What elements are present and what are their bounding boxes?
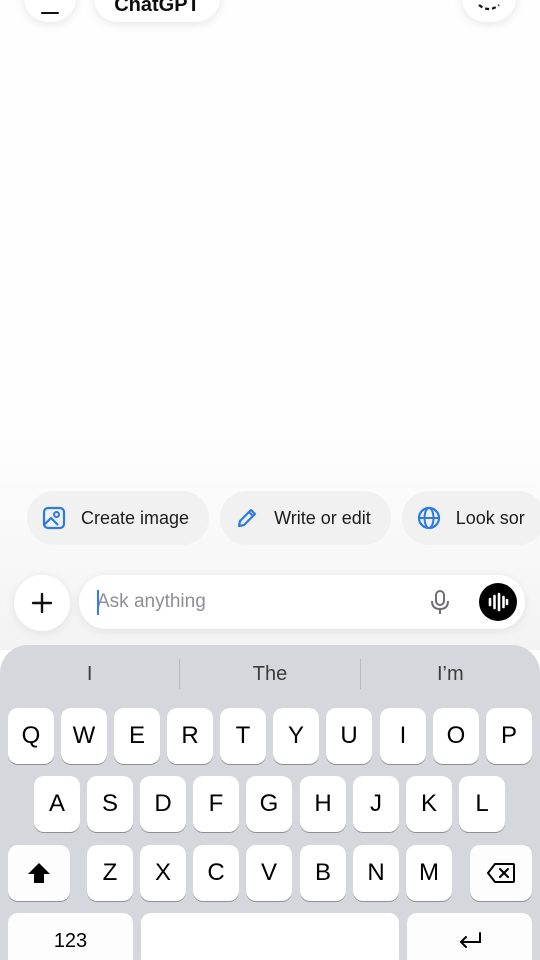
globe-icon xyxy=(417,506,440,530)
key-s[interactable]: S xyxy=(87,776,133,832)
suggestion-1[interactable]: I xyxy=(0,655,179,693)
key-e[interactable]: E xyxy=(114,708,160,764)
image-icon xyxy=(42,506,66,530)
key-k[interactable]: K xyxy=(406,776,452,832)
new-chat-button[interactable] xyxy=(462,0,516,22)
voice-mode-button[interactable] xyxy=(479,583,517,621)
key-y[interactable]: Y xyxy=(273,708,319,764)
key-m[interactable]: M xyxy=(406,845,452,901)
key-r[interactable]: R xyxy=(167,708,213,764)
key-n[interactable]: N xyxy=(353,845,399,901)
backspace-key[interactable] xyxy=(470,845,532,901)
key-i[interactable]: I xyxy=(380,708,426,764)
key-x[interactable]: X xyxy=(140,845,186,901)
ask-input[interactable] xyxy=(97,575,397,629)
backspace-icon xyxy=(487,863,515,883)
key-u[interactable]: U xyxy=(326,708,372,764)
composer xyxy=(79,575,525,629)
key-w[interactable]: W xyxy=(61,708,107,764)
key-l[interactable]: L xyxy=(459,776,505,832)
chip-create-image[interactable]: Create image xyxy=(27,491,210,545)
key-a[interactable]: A xyxy=(34,776,80,832)
key-v[interactable]: V xyxy=(246,845,292,901)
new-chat-icon xyxy=(478,4,500,11)
waveform-icon xyxy=(488,592,509,612)
menu-button[interactable] xyxy=(24,0,76,22)
return-key[interactable] xyxy=(407,913,532,960)
chip-label: Create image xyxy=(81,507,190,528)
key-p[interactable]: P xyxy=(486,708,532,764)
suggestion-2[interactable]: The xyxy=(180,655,359,693)
model-title-button[interactable]: ChatGPT xyxy=(94,0,220,22)
key-j[interactable]: J xyxy=(353,776,399,832)
key-b[interactable]: B xyxy=(300,845,346,901)
key-f[interactable]: F xyxy=(193,776,239,832)
key-t[interactable]: T xyxy=(220,708,266,764)
numbers-key[interactable]: 123 xyxy=(8,913,133,960)
key-q[interactable]: Q xyxy=(8,708,54,764)
key-c[interactable]: C xyxy=(193,845,239,901)
attach-button[interactable] xyxy=(14,575,70,631)
chip-label: Write or edit xyxy=(274,507,371,528)
key-g[interactable]: G xyxy=(246,776,292,832)
key-d[interactable]: D xyxy=(140,776,186,832)
space-key[interactable] xyxy=(141,913,399,960)
page-title: ChatGPT xyxy=(114,0,200,16)
plus-icon xyxy=(31,592,53,614)
predictive-text-bar: I The I’m xyxy=(0,655,540,693)
chip-label: Look sor xyxy=(455,507,525,528)
key-h[interactable]: H xyxy=(300,776,346,832)
microphone-icon[interactable] xyxy=(427,588,453,616)
chip-write-or-edit[interactable]: Write or edit xyxy=(220,491,391,545)
on-screen-keyboard: I The I’m Q W E R T Y U I O P A S D F G … xyxy=(0,645,540,960)
menu-icon xyxy=(41,12,59,14)
suggestion-3[interactable]: I’m xyxy=(361,655,540,693)
shift-key[interactable] xyxy=(8,845,70,901)
pencil-icon xyxy=(237,508,257,528)
shift-icon xyxy=(28,863,50,883)
text-cursor xyxy=(97,590,99,615)
chip-look-something-up[interactable]: Look sor xyxy=(401,491,540,545)
key-o[interactable]: O xyxy=(433,708,479,764)
key-z[interactable]: Z xyxy=(87,845,133,901)
suggestion-chips: Create image Write or edit Look sor xyxy=(27,491,540,545)
return-icon xyxy=(459,932,481,948)
